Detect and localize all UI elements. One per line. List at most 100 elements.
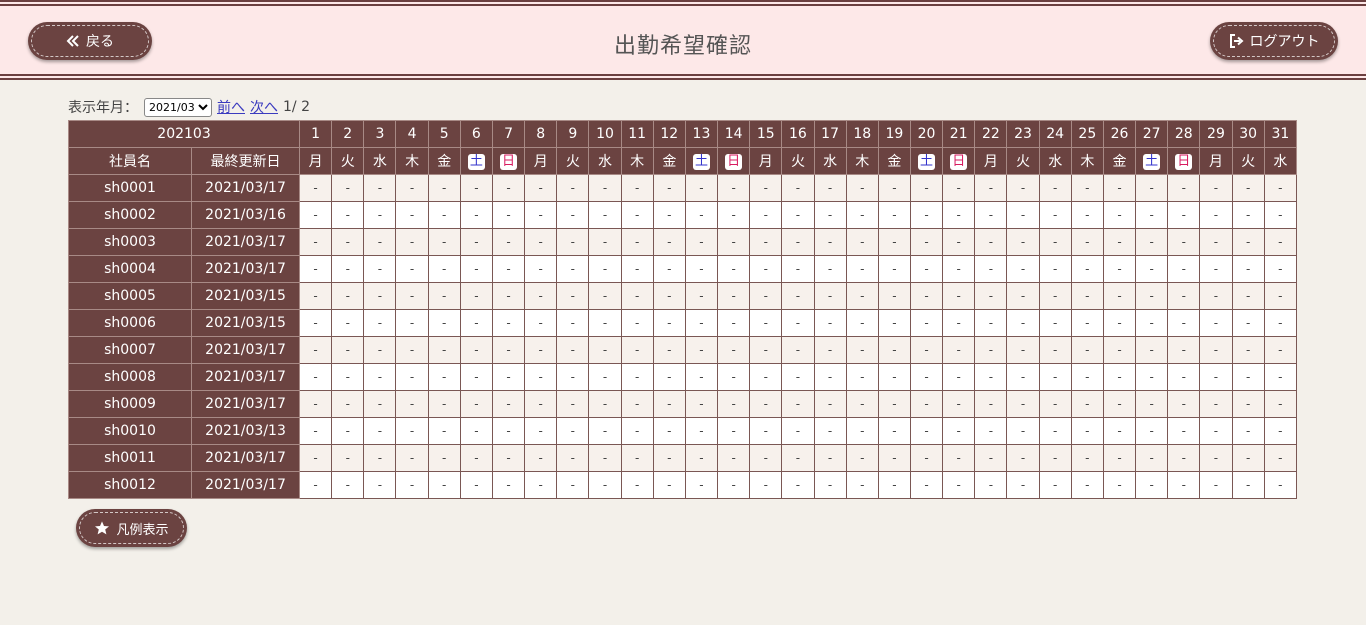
- day-cell[interactable]: -: [363, 363, 397, 391]
- day-cell[interactable]: -: [717, 471, 751, 499]
- day-cell[interactable]: -: [299, 363, 333, 391]
- day-cell[interactable]: -: [331, 228, 365, 256]
- day-cell[interactable]: -: [1135, 309, 1169, 337]
- day-cell[interactable]: -: [1231, 417, 1265, 445]
- day-cell[interactable]: -: [749, 363, 783, 391]
- day-cell[interactable]: -: [1135, 255, 1169, 283]
- day-cell[interactable]: -: [1199, 417, 1233, 445]
- day-cell[interactable]: -: [1199, 174, 1233, 202]
- day-cell[interactable]: -: [942, 282, 976, 310]
- day-cell[interactable]: -: [684, 282, 719, 310]
- day-cell[interactable]: -: [877, 444, 911, 472]
- day-cell[interactable]: -: [395, 282, 429, 310]
- day-cell[interactable]: -: [974, 363, 1008, 391]
- day-cell[interactable]: -: [684, 444, 719, 472]
- day-cell[interactable]: -: [524, 444, 558, 472]
- day-cell[interactable]: -: [1231, 201, 1265, 229]
- day-cell[interactable]: -: [556, 255, 590, 283]
- day-cell[interactable]: -: [427, 228, 461, 256]
- day-cell[interactable]: -: [459, 309, 493, 337]
- day-cell[interactable]: -: [1167, 363, 1201, 391]
- day-cell[interactable]: -: [684, 471, 719, 499]
- day-cell[interactable]: -: [974, 336, 1008, 364]
- day-cell[interactable]: -: [588, 444, 622, 472]
- day-cell[interactable]: -: [942, 471, 976, 499]
- day-cell[interactable]: -: [813, 282, 847, 310]
- day-cell[interactable]: -: [1263, 228, 1298, 256]
- day-cell[interactable]: -: [1263, 417, 1298, 445]
- day-cell[interactable]: -: [620, 471, 654, 499]
- day-cell[interactable]: -: [491, 444, 526, 472]
- day-cell[interactable]: -: [652, 201, 686, 229]
- day-cell[interactable]: -: [620, 255, 654, 283]
- day-cell[interactable]: -: [556, 174, 590, 202]
- employee-cell[interactable]: sh0003: [68, 228, 192, 256]
- day-cell[interactable]: -: [588, 309, 622, 337]
- day-cell[interactable]: -: [717, 174, 751, 202]
- day-cell[interactable]: -: [652, 336, 686, 364]
- day-cell[interactable]: -: [749, 228, 783, 256]
- employee-cell[interactable]: sh0006: [68, 309, 192, 337]
- day-cell[interactable]: -: [877, 228, 911, 256]
- day-cell[interactable]: -: [1231, 444, 1265, 472]
- day-cell[interactable]: -: [845, 417, 879, 445]
- day-cell[interactable]: -: [427, 471, 461, 499]
- day-cell[interactable]: -: [1038, 174, 1072, 202]
- day-cell[interactable]: -: [1006, 228, 1040, 256]
- day-cell[interactable]: -: [813, 363, 847, 391]
- day-cell[interactable]: -: [1135, 174, 1169, 202]
- day-cell[interactable]: -: [556, 309, 590, 337]
- day-cell[interactable]: -: [781, 390, 815, 418]
- day-cell[interactable]: -: [331, 255, 365, 283]
- day-cell[interactable]: -: [877, 282, 911, 310]
- day-cell[interactable]: -: [588, 282, 622, 310]
- day-cell[interactable]: -: [1102, 228, 1137, 256]
- day-cell[interactable]: -: [1070, 390, 1104, 418]
- day-cell[interactable]: -: [1038, 282, 1072, 310]
- day-cell[interactable]: -: [1038, 228, 1072, 256]
- day-cell[interactable]: -: [1167, 255, 1201, 283]
- day-cell[interactable]: -: [363, 309, 397, 337]
- day-cell[interactable]: -: [781, 255, 815, 283]
- day-cell[interactable]: -: [459, 174, 493, 202]
- day-cell[interactable]: -: [1263, 174, 1298, 202]
- day-cell[interactable]: -: [331, 174, 365, 202]
- day-cell[interactable]: -: [942, 255, 976, 283]
- day-cell[interactable]: -: [974, 309, 1008, 337]
- day-cell[interactable]: -: [1135, 336, 1169, 364]
- day-cell[interactable]: -: [363, 201, 397, 229]
- day-cell[interactable]: -: [909, 363, 944, 391]
- day-cell[interactable]: -: [717, 444, 751, 472]
- day-cell[interactable]: -: [1070, 363, 1104, 391]
- day-cell[interactable]: -: [684, 363, 719, 391]
- day-cell[interactable]: -: [363, 228, 397, 256]
- day-cell[interactable]: -: [1263, 309, 1298, 337]
- day-cell[interactable]: -: [1038, 417, 1072, 445]
- day-cell[interactable]: -: [620, 174, 654, 202]
- legend-button[interactable]: 凡例表示: [76, 509, 187, 547]
- day-cell[interactable]: -: [942, 336, 976, 364]
- day-cell[interactable]: -: [459, 336, 493, 364]
- day-cell[interactable]: -: [1038, 390, 1072, 418]
- day-cell[interactable]: -: [1263, 444, 1298, 472]
- day-cell[interactable]: -: [781, 417, 815, 445]
- day-cell[interactable]: -: [459, 363, 493, 391]
- day-cell[interactable]: -: [717, 255, 751, 283]
- day-cell[interactable]: -: [877, 363, 911, 391]
- day-cell[interactable]: -: [331, 282, 365, 310]
- day-cell[interactable]: -: [1135, 390, 1169, 418]
- day-cell[interactable]: -: [1199, 282, 1233, 310]
- day-cell[interactable]: -: [491, 228, 526, 256]
- day-cell[interactable]: -: [781, 444, 815, 472]
- day-cell[interactable]: -: [1167, 417, 1201, 445]
- day-cell[interactable]: -: [1135, 228, 1169, 256]
- day-cell[interactable]: -: [556, 363, 590, 391]
- day-cell[interactable]: -: [749, 282, 783, 310]
- day-cell[interactable]: -: [813, 336, 847, 364]
- day-cell[interactable]: -: [459, 471, 493, 499]
- day-cell[interactable]: -: [652, 309, 686, 337]
- day-cell[interactable]: -: [1199, 390, 1233, 418]
- day-cell[interactable]: -: [1070, 471, 1104, 499]
- day-cell[interactable]: -: [652, 255, 686, 283]
- day-cell[interactable]: -: [299, 309, 333, 337]
